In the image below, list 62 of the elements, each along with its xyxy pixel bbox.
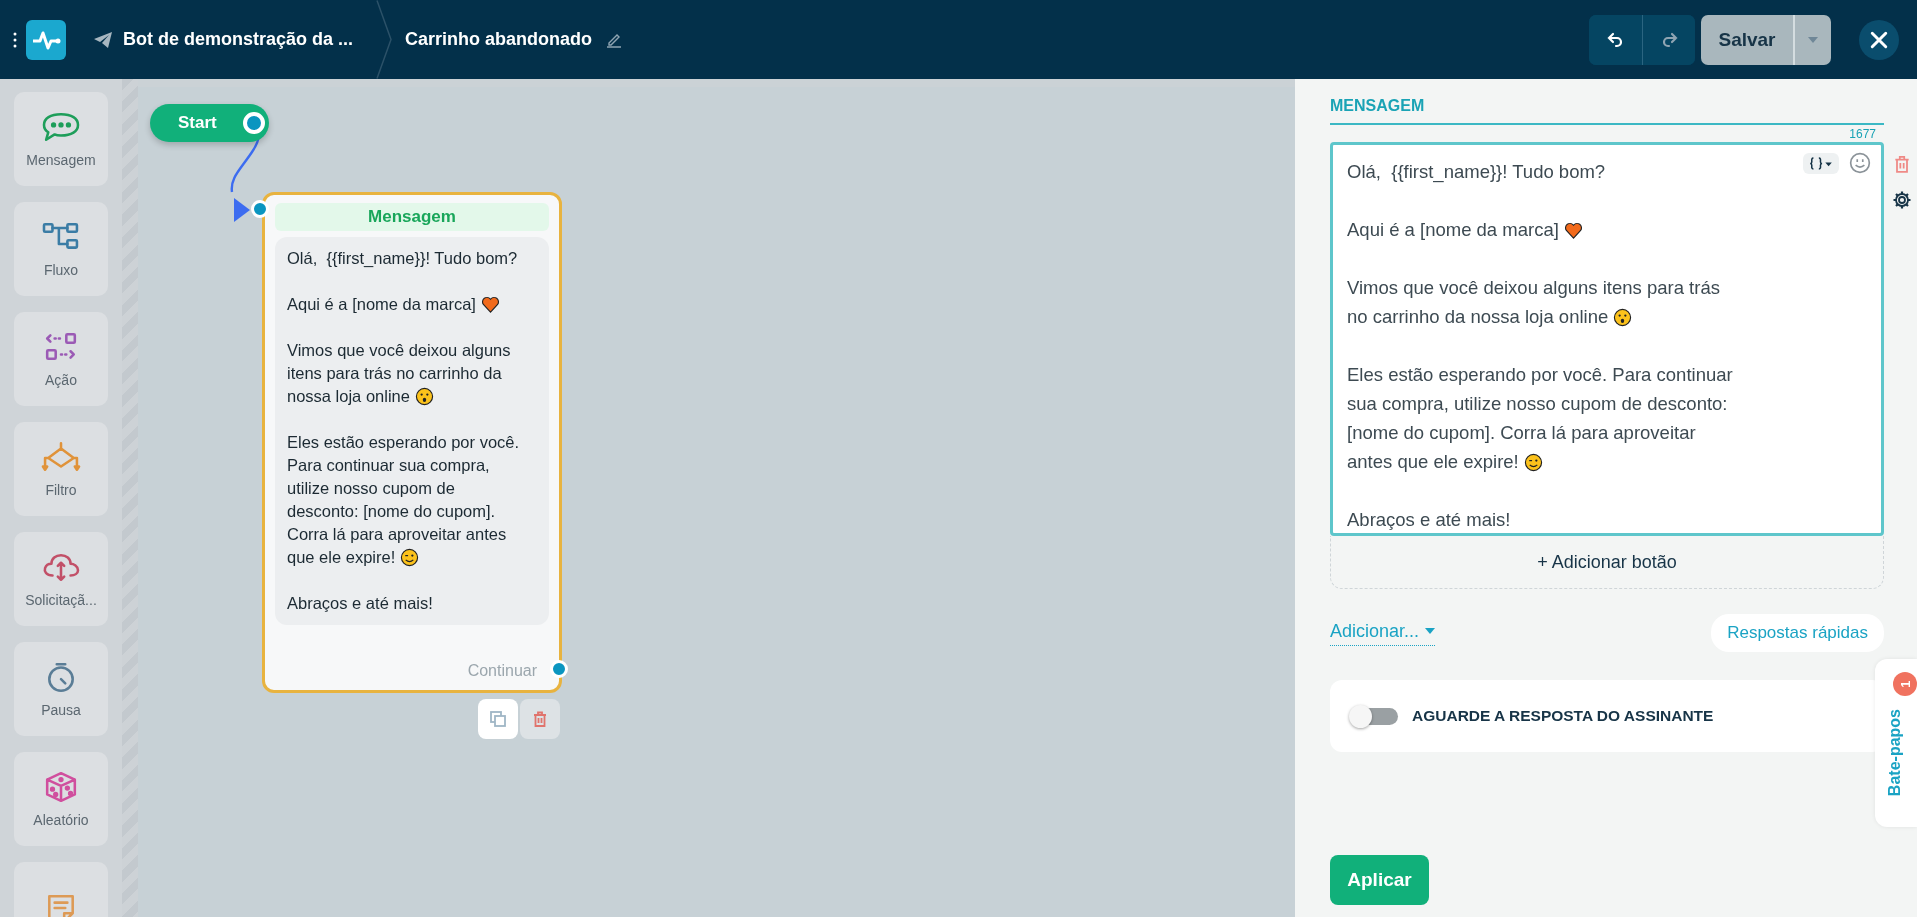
message-paragraph: Olá, {{first_name}}! Tudo bom? xyxy=(1347,160,1606,185)
braces-icon xyxy=(1809,156,1833,170)
quick-replies-button[interactable]: Respostas rápidas xyxy=(1711,614,1884,652)
message-editor[interactable] xyxy=(1330,142,1884,536)
chats-tab-label: Bate-papos xyxy=(1886,709,1904,797)
sidebar-item[interactable]: Pausa xyxy=(14,642,108,736)
message-paragraph: Eles estão esperando por você. Para continuar sua compra, utilize nosso cupom de desconto: [nome do cupom]. Corra lá para aproveitar antes que ele expire! xyxy=(1347,363,1733,474)
toggle-label: AGUARDE A RESPOSTA DO ASSINANTE xyxy=(1412,707,1714,725)
logo-icon[interactable] xyxy=(26,19,66,60)
save-options-button[interactable] xyxy=(1793,14,1831,65)
message-paragraph: Abraços e até mais! xyxy=(1347,508,1511,532)
continue-label: Continuar xyxy=(467,662,537,680)
variables-button[interactable] xyxy=(1803,152,1839,174)
heart-emoji-icon xyxy=(1564,221,1583,240)
add-dropdown[interactable]: Adicionar... xyxy=(1330,620,1436,646)
unread-badge: 1 xyxy=(1893,672,1917,696)
message-paragraph: Olá, {{first_name}}! Tudo bom? xyxy=(287,248,519,269)
trash-icon xyxy=(531,710,549,728)
wink-emoji-icon xyxy=(1523,453,1543,472)
caret-icon xyxy=(1425,628,1436,634)
caret-icon xyxy=(1808,36,1818,43)
message-node[interactable] xyxy=(262,192,562,693)
paper-plane-icon xyxy=(93,30,113,49)
message-paragraph: Abraços e até mais! xyxy=(287,593,434,614)
sidebar-item[interactable]: Filtro xyxy=(14,422,108,516)
output-port[interactable] xyxy=(243,112,265,134)
wait-reply-toggle[interactable] xyxy=(1352,707,1398,725)
close-icon xyxy=(1870,30,1888,49)
message-paragraph: Eles estão esperando por você. Para continuar sua compra, utilize nosso cupom de desconto: [nome do cupom]. Corra lá para aproveitar antes que ele expire! xyxy=(287,432,521,569)
close-button[interactable] xyxy=(1859,19,1899,60)
panel-tab[interactable]: MENSAGEM xyxy=(1330,97,1425,114)
emoji-picker-icon[interactable] xyxy=(1849,152,1871,174)
apply-button[interactable]: Aplicar xyxy=(1330,855,1429,905)
message-paragraph: Vimos que você deixou alguns itens para trás no carrinho da nossa loja online xyxy=(1347,276,1720,329)
add-button-button[interactable]: + Adicionar botão xyxy=(1330,536,1884,589)
sidebar-item[interactable]: Ação xyxy=(14,312,108,406)
surprised-emoji-icon xyxy=(1613,308,1633,327)
start-node[interactable]: Start xyxy=(150,104,269,142)
surprised-emoji-icon xyxy=(414,387,434,406)
heart-emoji-icon xyxy=(480,295,500,314)
flow-name: Carrinho abandonado xyxy=(405,29,593,50)
start-label: Start xyxy=(178,113,217,133)
message-paragraph: Aqui é a [nome da marca] xyxy=(287,293,523,316)
chats-tab[interactable]: 1 Bate-papos xyxy=(1875,659,1917,827)
node-title: Mensagem xyxy=(275,203,549,231)
output-port[interactable] xyxy=(550,660,568,678)
bot-name[interactable]: Bot de demonstração da ... xyxy=(123,29,354,50)
message-paragraph: Aqui é a [nome da marca] xyxy=(1347,215,1583,244)
sidebar-item[interactable]: Mensagem xyxy=(14,92,108,186)
save-button[interactable]: Salvar xyxy=(1701,14,1793,65)
message-paragraph: Vimos que você deixou alguns itens para trás no carrinho da nossa loja online xyxy=(287,340,512,408)
filter-icon xyxy=(39,440,83,474)
sidebar-item[interactable]: Solicitaçã... xyxy=(14,532,108,626)
character-count: 1677 xyxy=(1849,127,1876,141)
redo-button[interactable] xyxy=(1642,14,1695,65)
more-menu-icon[interactable] xyxy=(13,31,17,48)
sidebar-item[interactable]: Fluxo xyxy=(14,202,108,296)
sidebar-item[interactable]: Aleatório xyxy=(14,752,108,846)
settings-icon[interactable] xyxy=(1892,190,1912,210)
input-port[interactable] xyxy=(251,200,269,218)
copy-icon xyxy=(489,710,507,728)
wink-emoji-icon xyxy=(399,548,419,567)
